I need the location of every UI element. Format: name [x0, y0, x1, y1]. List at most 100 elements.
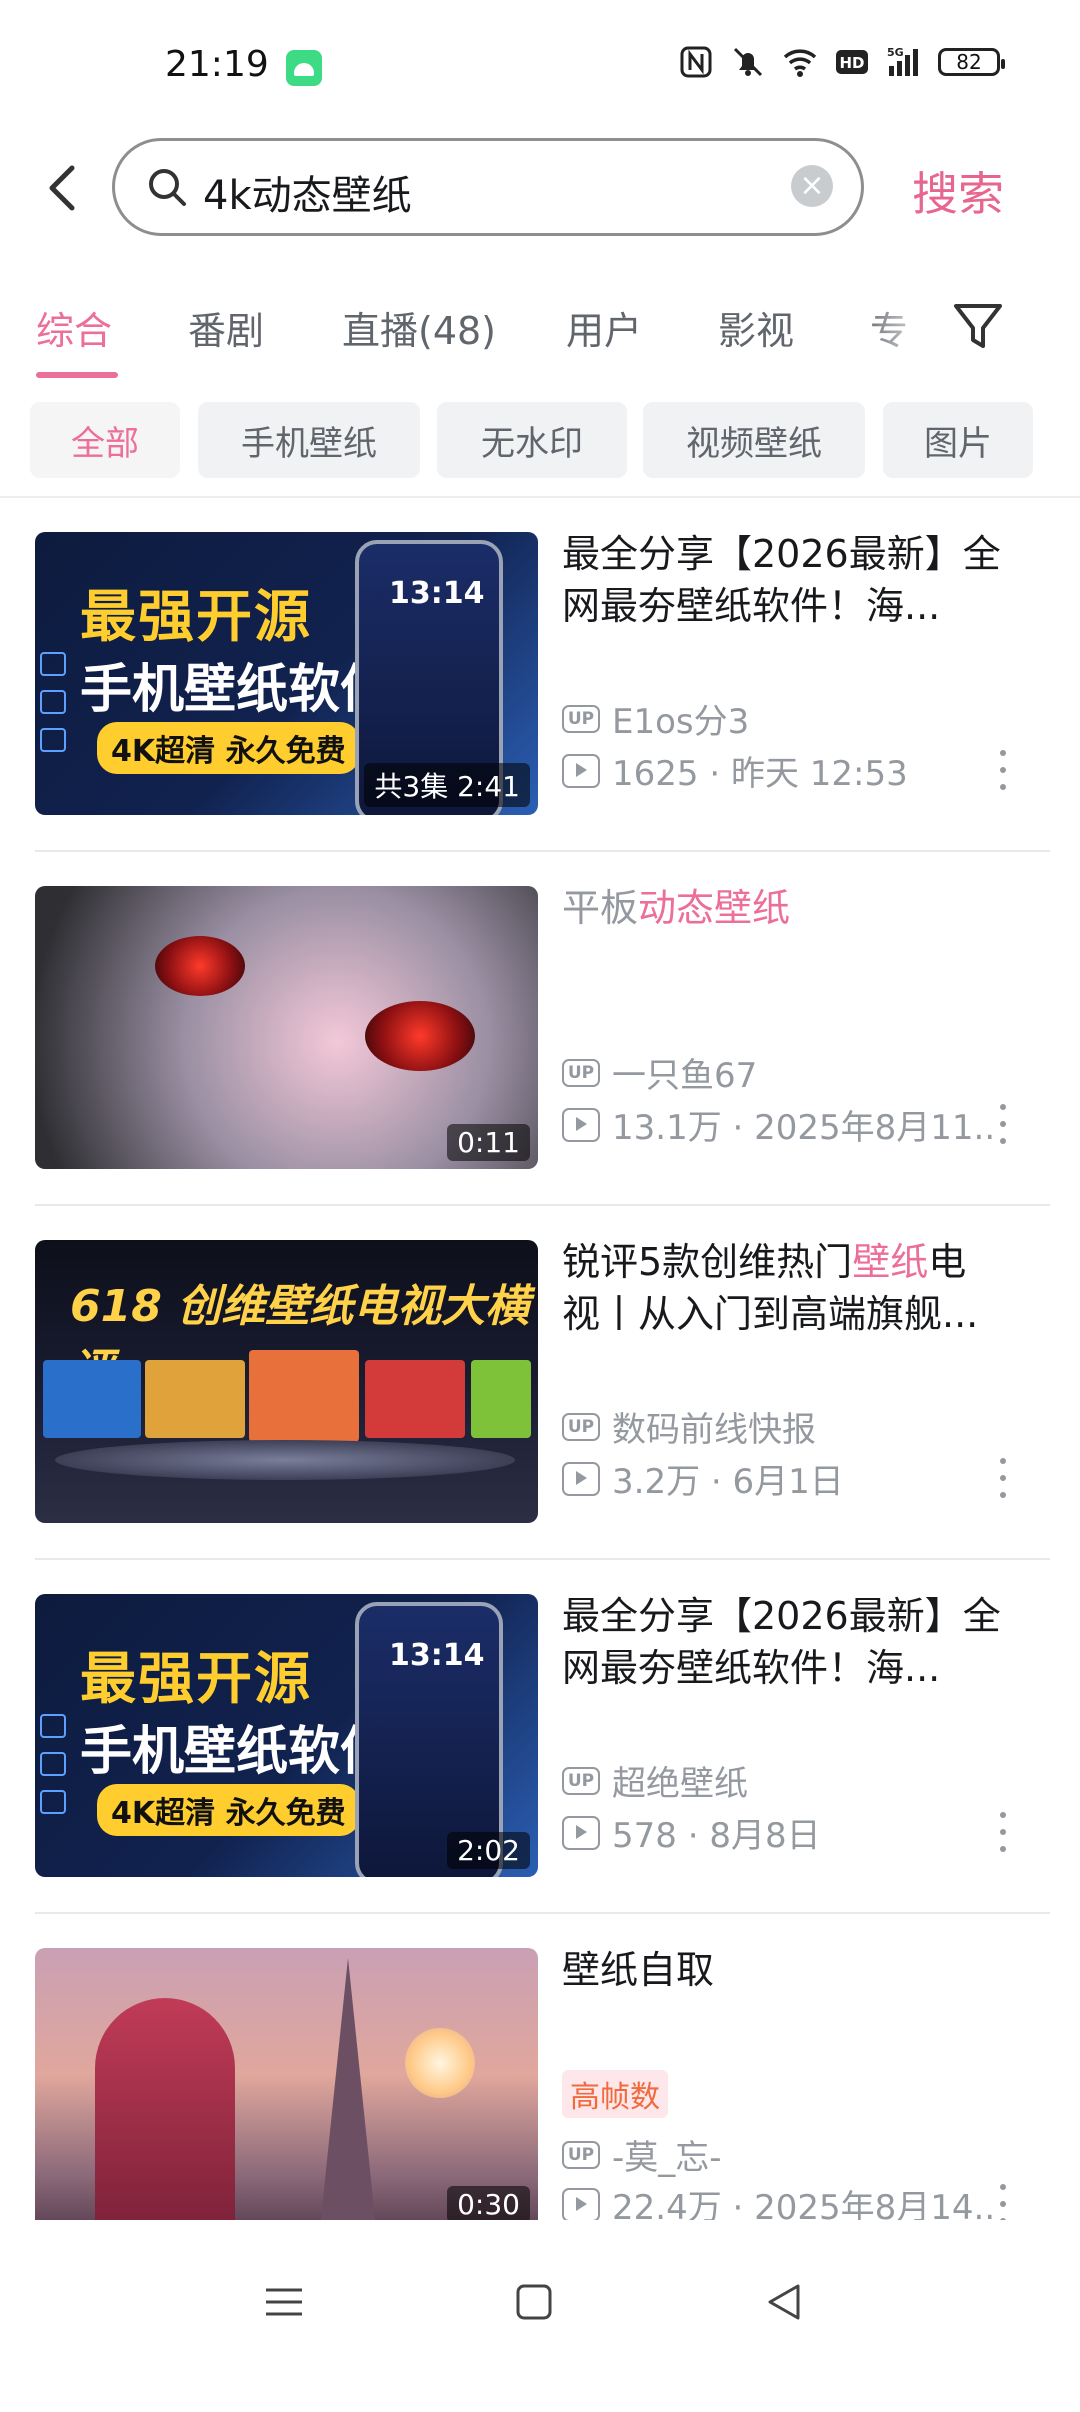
tag-badge: 高帧数 [562, 2070, 668, 2118]
uploader-name: 数码前线快报 [612, 1410, 816, 1450]
video-title[interactable]: 最全分享【2026最新】全网最夯壁纸软件！海... [562, 528, 1012, 632]
menu-icon[interactable] [262, 2280, 306, 2328]
thumb-side-icons [40, 1714, 66, 1814]
title-text: 平板 [562, 886, 639, 930]
play-count-icon [562, 1461, 600, 1496]
video-card[interactable]: 618 创维壁纸电视大横评 锐评5款创维热门壁纸电视丨从入门到高端旗舰... U… [0, 1206, 1080, 1560]
filter-icon[interactable] [952, 298, 1004, 354]
thumb-art [155, 936, 245, 996]
uploader-row[interactable]: UP 一只鱼67 [562, 1048, 757, 1097]
video-card[interactable]: 最强开源 手机壁纸软件 4K超清 永久免费 13:14 2:02 最全分享【20… [0, 1560, 1080, 1914]
search-button[interactable]: 搜索 [912, 158, 1004, 224]
back-arrow-icon[interactable] [38, 160, 88, 216]
video-duration: 0:11 [447, 1124, 530, 1161]
thumb-text: 手机壁纸软件 [80, 1722, 393, 1782]
more-options-icon[interactable] [998, 2184, 1008, 2224]
thumb-text: 手机壁纸软件 [80, 660, 393, 720]
chip-phone-wallpaper[interactable]: 手机壁纸 [198, 402, 420, 478]
search-header: 4k动态壁纸 × 搜索 [0, 138, 1080, 238]
video-card[interactable]: 0:30 壁纸自取 高帧数 UP -莫_忘- 22.4万 · 2025年8月14… [0, 1914, 1080, 2268]
plays-date: 578 · 8月8日 [612, 1816, 821, 1856]
stats-row: 578 · 8月8日 [562, 1808, 992, 1857]
stats-row: 1625 · 昨天 12:53 [562, 746, 992, 795]
system-nav-bar [0, 2220, 1080, 2412]
uploader-name: -莫_忘- [612, 2138, 722, 2178]
uploader-row[interactable]: UP 数码前线快报 [562, 1402, 816, 1451]
uploader-row[interactable]: UP E1os分3 [562, 694, 749, 743]
video-thumbnail[interactable]: 最强开源 手机壁纸软件 4K超清 永久免费 13:14 共3集 2:41 [35, 532, 538, 815]
plays-date: 1625 · 昨天 12:53 [612, 754, 908, 794]
tab-users[interactable]: 用户 [566, 300, 642, 355]
up-icon: UP [562, 1766, 600, 1795]
clear-icon[interactable]: × [791, 165, 833, 207]
uploader-row[interactable]: UP 超绝壁纸 [562, 1756, 748, 1805]
title-highlight: 动态壁纸 [638, 886, 791, 930]
stats-row: 13.1万 · 2025年8月11... [562, 1100, 992, 1149]
tab-active-indicator [36, 372, 118, 378]
video-title[interactable]: 平板动态壁纸 [562, 882, 1012, 934]
more-options-icon[interactable] [998, 750, 1008, 790]
thumb-text: 4K超清 永久免费 [97, 1784, 360, 1836]
chip-images[interactable]: 图片 [883, 402, 1033, 478]
up-icon: UP [562, 1412, 600, 1441]
thumb-phone-time: 13:14 [389, 1638, 485, 1673]
filter-chips: 全部 手机壁纸 无水印 视频壁纸 图片 [0, 402, 1080, 482]
thumb-art [405, 2028, 475, 2098]
thumb-panel [365, 1360, 465, 1438]
chip-all[interactable]: 全部 [30, 402, 180, 478]
play-count-icon [562, 753, 600, 788]
video-thumbnail[interactable]: 0:30 [35, 1948, 538, 2231]
video-title[interactable]: 最全分享【2026最新】全网最夯壁纸软件！海... [562, 1590, 1012, 1694]
tab-bangumi[interactable]: 番剧 [188, 300, 264, 355]
more-options-icon[interactable] [998, 1458, 1008, 1498]
uploader-name: 一只鱼67 [612, 1056, 758, 1096]
up-icon: UP [562, 2140, 600, 2169]
more-options-icon[interactable] [998, 1812, 1008, 1852]
plays-date: 3.2万 · 6月1日 [612, 1462, 844, 1502]
wifi-icon [782, 44, 818, 80]
battery-level: 82 [956, 50, 982, 74]
up-icon: UP [562, 704, 600, 733]
thumb-art [95, 1998, 235, 2231]
video-thumbnail[interactable]: 0:11 [35, 886, 538, 1169]
play-count-icon [562, 1815, 600, 1850]
video-title[interactable]: 壁纸自取 [562, 1944, 1012, 1996]
play-count-icon [562, 1107, 600, 1142]
thumb-text: 最强开源 [80, 585, 312, 650]
title-text: 视丨从入门到高端旗舰... [562, 1292, 979, 1336]
tab-film[interactable]: 影视 [718, 300, 794, 355]
home-icon[interactable] [512, 2280, 556, 2328]
back-triangle-icon[interactable] [762, 2280, 806, 2328]
uploader-name: 超绝壁纸 [612, 1764, 748, 1804]
video-title[interactable]: 锐评5款创维热门壁纸电 视丨从入门到高端旗舰... [562, 1236, 1012, 1340]
more-options-icon[interactable] [998, 1104, 1008, 1144]
uploader-row[interactable]: UP -莫_忘- [562, 2130, 722, 2179]
tab-all[interactable]: 综合 [36, 300, 112, 355]
tab-live[interactable]: 直播(48) [342, 300, 496, 355]
video-duration: 2:02 [447, 1832, 530, 1869]
thumb-side-icons [40, 652, 66, 752]
status-time: 21:19 [165, 44, 269, 85]
video-thumbnail[interactable]: 618 创维壁纸电视大横评 [35, 1240, 538, 1523]
up-icon: UP [562, 1058, 600, 1087]
video-duration: 共3集 2:41 [364, 763, 530, 807]
stats-row: 3.2万 · 6月1日 [562, 1454, 992, 1503]
thumb-art [365, 1001, 475, 1071]
thumb-text: 4K超清 永久免费 [97, 722, 360, 774]
uploader-name: E1os分3 [612, 702, 750, 742]
chip-video-wallpaper[interactable]: 视频壁纸 [643, 402, 865, 478]
video-card[interactable]: 最强开源 手机壁纸软件 4K超清 永久免费 13:14 共3集 2:41 最全分… [0, 498, 1080, 852]
video-card[interactable]: 0:11 平板动态壁纸 UP 一只鱼67 13.1万 · 2025年8月11..… [0, 852, 1080, 1206]
thumb-text: 最强开源 [80, 1647, 312, 1712]
chip-no-watermark[interactable]: 无水印 [437, 402, 627, 478]
video-duration: 0:30 [447, 2186, 530, 2223]
search-icon [145, 165, 189, 209]
title-highlight: 壁纸 [852, 1240, 929, 1284]
hd-icon: HD [834, 44, 870, 80]
video-thumbnail[interactable]: 最强开源 手机壁纸软件 4K超清 永久免费 13:14 2:02 [35, 1594, 538, 1877]
play-count-icon [562, 2187, 600, 2222]
result-tabs: 综合 番剧 直播(48) 用户 影视 专 [0, 290, 1080, 380]
android-app-icon [286, 50, 322, 86]
search-input[interactable]: 4k动态壁纸 × [112, 138, 864, 236]
nfc-icon [678, 44, 714, 80]
